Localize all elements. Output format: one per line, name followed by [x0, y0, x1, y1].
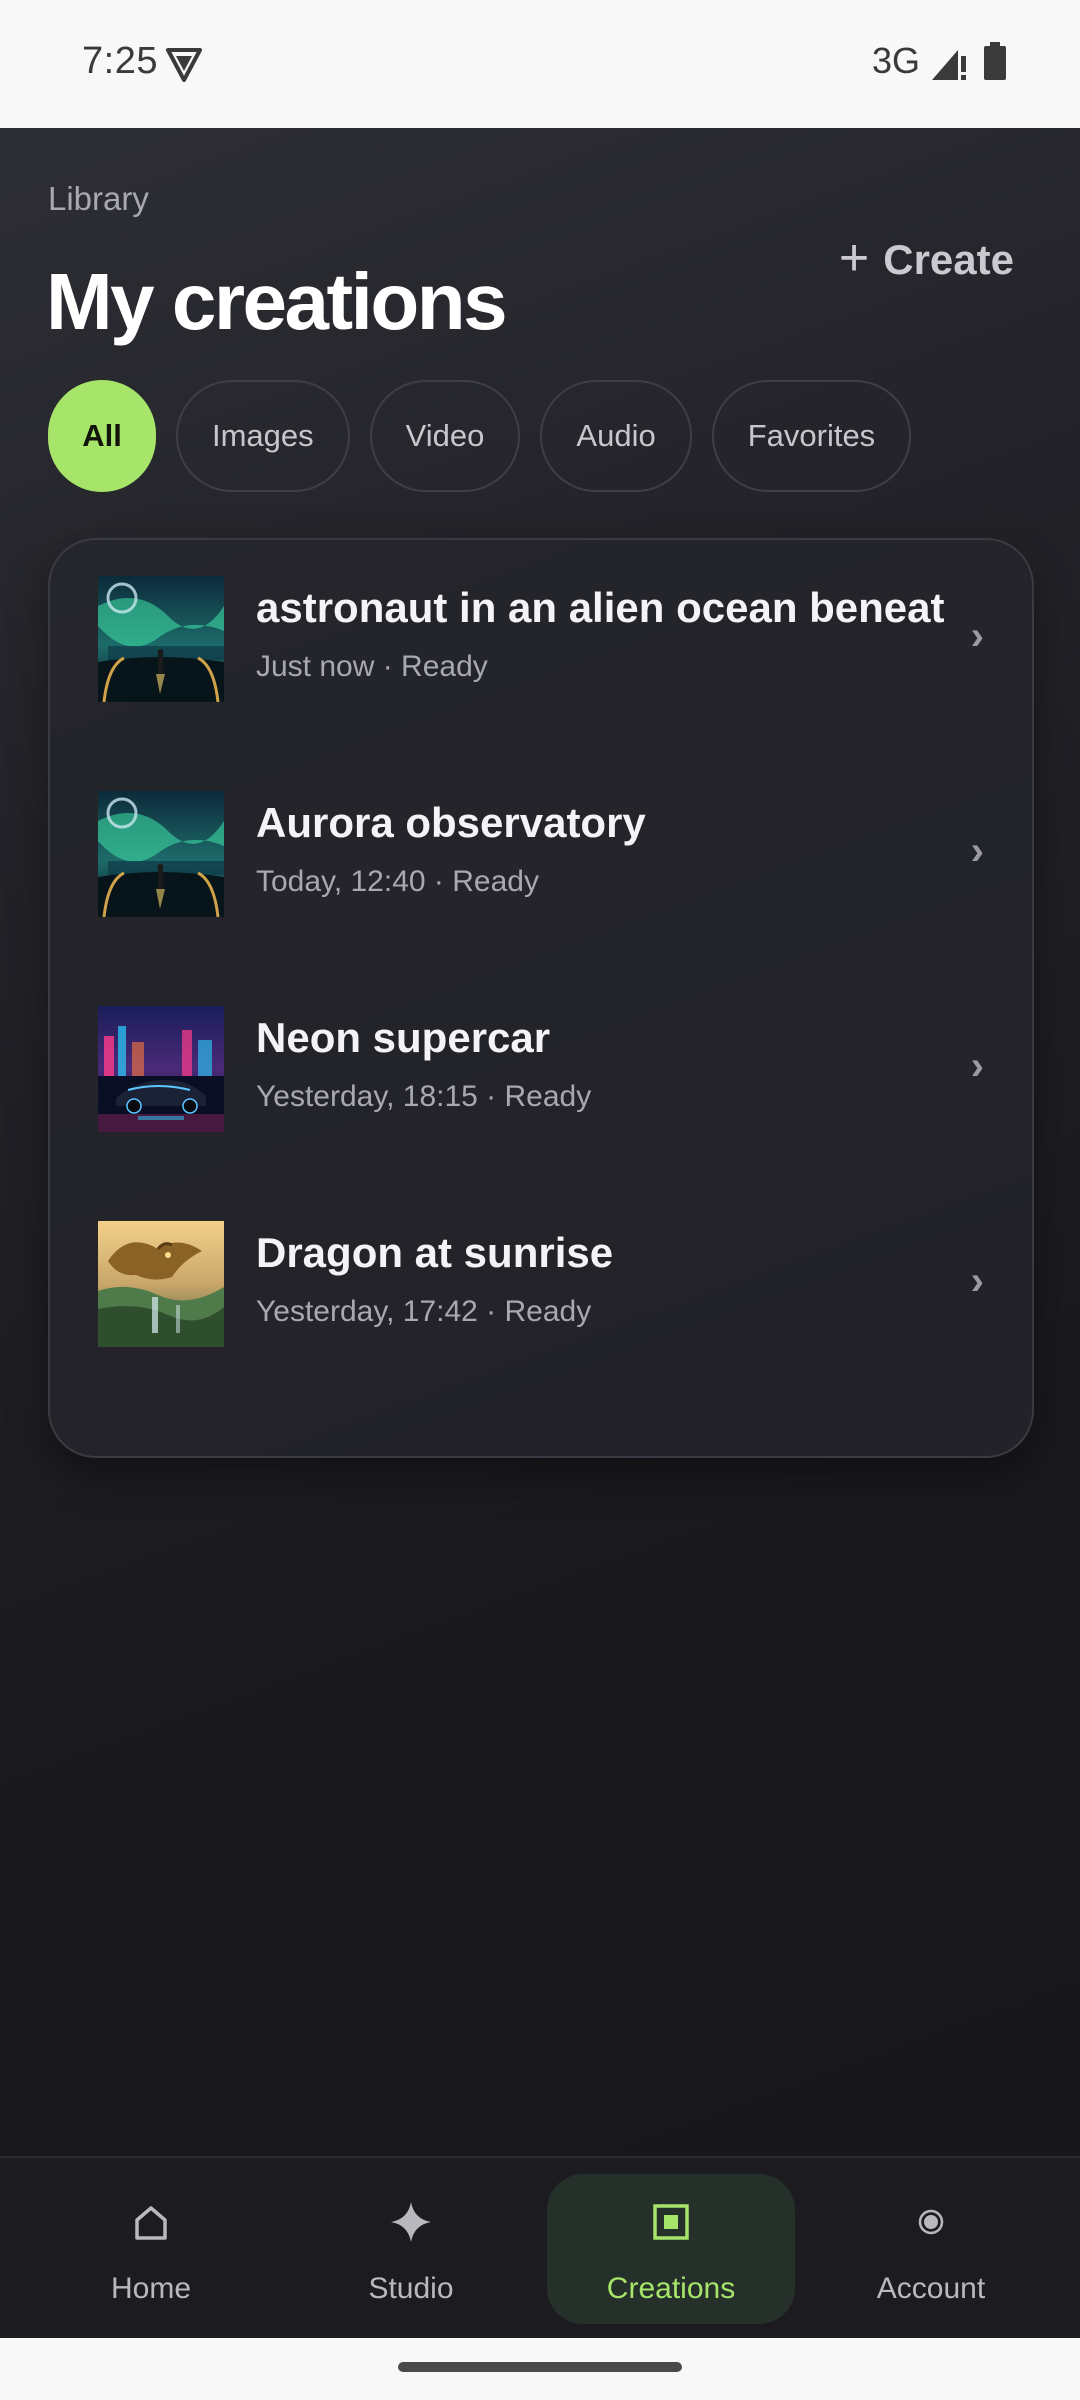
chevron-right-icon: › [970, 614, 984, 658]
plus-icon: + [838, 229, 870, 287]
nav-item-creations[interactable]: Creations [547, 2174, 795, 2324]
main-content: Library My creations + Create All Images… [0, 128, 1080, 2156]
create-button[interactable]: + Create [839, 232, 1014, 288]
nav-label: Account [876, 2272, 986, 2305]
status-time: 7:25 [82, 40, 158, 82]
nav-item-account[interactable]: Account [807, 2174, 1055, 2324]
list-item[interactable]: astronaut in an alien ocean beneat Just … [50, 540, 1036, 755]
list-item[interactable]: Dragon at sunrise Yesterday, 17:42 · Rea… [50, 1185, 1036, 1400]
create-label: Create [883, 236, 1014, 283]
chevron-right-icon: › [970, 829, 984, 873]
list-item[interactable]: Neon supercar Yesterday, 18:15 · Ready › [50, 970, 1036, 1185]
battery-icon [984, 42, 1006, 80]
square-icon [653, 2204, 689, 2240]
filter-chips: All Images Video Audio Favorites [48, 380, 912, 492]
thumbnail-neon-car [98, 1006, 224, 1132]
item-title: Aurora observatory [256, 799, 646, 846]
item-title: Neon supercar [256, 1014, 551, 1061]
network-type: 3G [871, 40, 920, 81]
vpn-shield-icon [166, 48, 202, 82]
nav-label: Home [110, 2272, 192, 2305]
item-title: Dragon at sunrise [256, 1229, 614, 1276]
thumbnail-aurora [98, 576, 224, 702]
chevron-right-icon: › [970, 1259, 984, 1303]
filter-chip-favorites[interactable]: Favorites [711, 380, 912, 492]
home-icon [135, 2206, 167, 2240]
signal-icon [932, 50, 966, 80]
screen: 7:25 3G Library My creations + Create Al… [0, 0, 1080, 2400]
item-meta: Yesterday, 17:42 · Ready [256, 1295, 592, 1328]
status-bar: 7:25 3G [0, 0, 1080, 128]
thumbnail-dragon [98, 1221, 224, 1347]
nav-item-home[interactable]: Home [27, 2174, 275, 2324]
gesture-area [0, 2338, 1080, 2400]
thumbnail-aurora [98, 791, 224, 917]
home-gesture-handle[interactable] [398, 2362, 682, 2372]
filter-chip-audio[interactable]: Audio [540, 380, 692, 492]
bottom-nav: Home Studio Creations Account [0, 2156, 1080, 2338]
nav-item-studio[interactable]: Studio [287, 2174, 535, 2324]
item-meta: Just now · Ready [256, 650, 488, 683]
creations-list: astronaut in an alien ocean beneat Just … [48, 538, 1034, 1458]
section-eyebrow: Library [48, 180, 149, 217]
filter-chip-all[interactable]: All [48, 380, 156, 492]
item-title: astronaut in an alien ocean beneat [256, 584, 945, 631]
item-meta: Yesterday, 18:15 · Ready [256, 1080, 592, 1113]
nav-label: Studio [368, 2272, 454, 2305]
page-title: My creations [46, 257, 508, 346]
nav-label: Creations [606, 2272, 736, 2305]
filter-chip-images[interactable]: Images [176, 380, 350, 492]
chevron-right-icon: › [970, 1044, 984, 1088]
dot-icon [918, 2209, 944, 2235]
filter-chip-video[interactable]: Video [369, 380, 521, 492]
item-meta: Today, 12:40 · Ready [256, 865, 539, 898]
list-item[interactable]: Aurora observatory Today, 12:40 · Ready … [50, 755, 1036, 970]
sparkle-icon [391, 2202, 431, 2242]
